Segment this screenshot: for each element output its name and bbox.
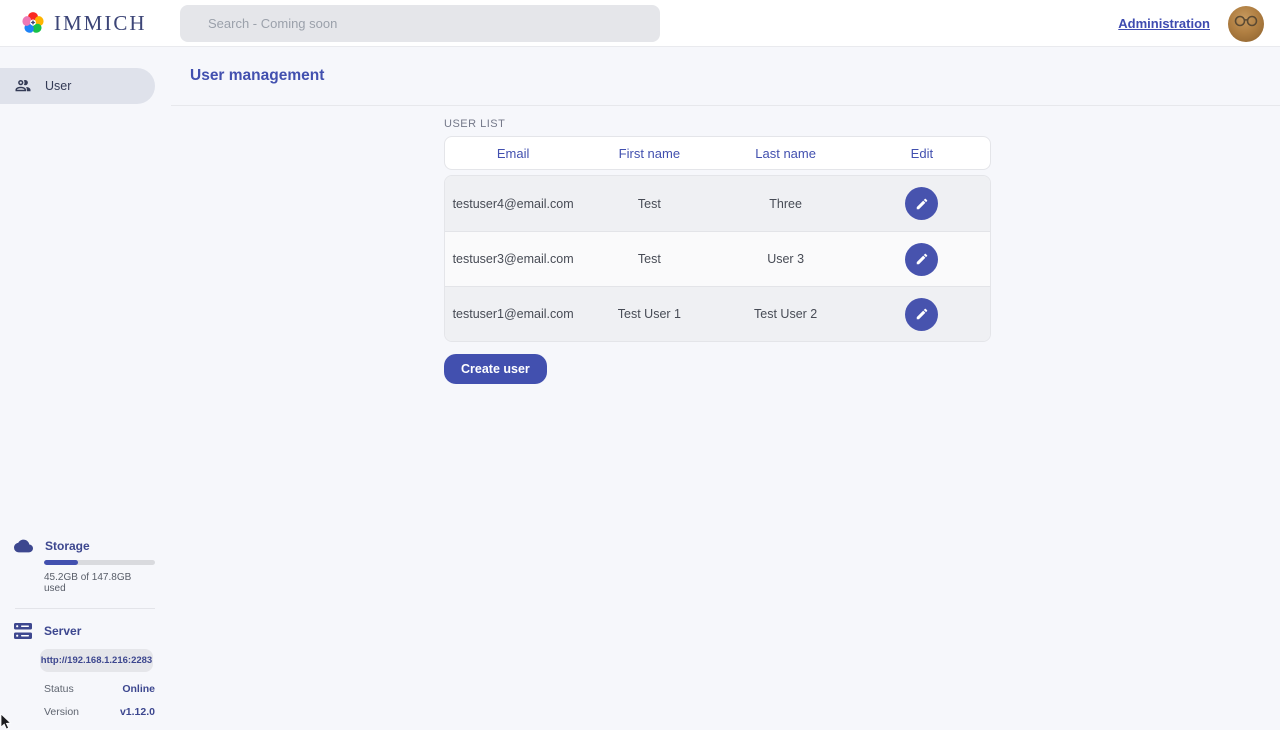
cell-last-name: User 3 [718,252,854,266]
storage-title: Storage [45,539,90,553]
sidebar-footer: Storage 45.2GB of 147.8GB used Server [0,539,155,718]
cell-email: testuser1@email.com [445,307,581,321]
table-row: testuser3@email.com Test User 3 [445,231,990,286]
create-user-button[interactable]: Create user [444,354,547,384]
server-version-row: Version v1.12.0 [44,706,155,718]
column-header-first-name: First name [581,146,717,161]
pencil-icon [915,307,929,321]
glasses-icon [1233,15,1259,27]
top-navigation-bar: IMMICH Administration [0,0,1280,47]
storage-section: Storage 45.2GB of 147.8GB used [0,539,155,594]
user-list-section: USER LIST Email First name Last name Edi… [444,118,991,384]
table-row: testuser1@email.com Test User 1 Test Use… [445,286,990,341]
edit-user-button[interactable] [905,243,938,276]
users-icon [14,77,32,95]
app-title: IMMICH [54,11,147,36]
storage-progress-fill [44,560,78,565]
column-header-email: Email [445,146,581,161]
cell-email: testuser3@email.com [445,252,581,266]
page-title-bar: User management [171,47,1280,106]
server-url: http://192.168.1.216:2283 [40,649,153,672]
server-status-label: Status [44,683,74,695]
server-title: Server [44,624,81,638]
sidebar: User Storage 45.2GB of 147.8GB used [0,47,155,730]
edit-user-button[interactable] [905,298,938,331]
server-status-value: Online [122,683,155,695]
cell-last-name: Three [718,197,854,211]
server-version-label: Version [44,706,79,718]
cloud-icon [14,539,33,553]
server-icon [14,623,32,639]
search-input[interactable] [180,5,660,42]
main-content: User management USER LIST Email First na… [155,47,1280,730]
app-logo[interactable]: IMMICH [20,10,147,36]
sidebar-item-users[interactable]: User [0,68,155,104]
server-status-row: Status Online [44,683,155,695]
column-header-edit: Edit [854,146,990,161]
pencil-icon [915,197,929,211]
edit-user-button[interactable] [905,187,938,220]
cell-first-name: Test [581,252,717,266]
pencil-icon [915,252,929,266]
table-row: testuser4@email.com Test Three [445,176,990,231]
storage-usage-text: 45.2GB of 147.8GB used [44,572,155,594]
topbar-right: Administration [1118,0,1264,47]
server-section: Server http://192.168.1.216:2283 Status … [0,623,155,718]
table-body: testuser4@email.com Test Three testuser3… [444,175,991,342]
immich-flower-icon [20,10,46,36]
user-list-label: USER LIST [444,118,991,130]
cell-email: testuser4@email.com [445,197,581,211]
sidebar-item-label: User [45,79,71,93]
table-header: Email First name Last name Edit [444,136,991,170]
sidebar-divider [15,608,155,609]
administration-link[interactable]: Administration [1118,16,1210,31]
cell-last-name: Test User 2 [718,307,854,321]
cell-first-name: Test User 1 [581,307,717,321]
column-header-last-name: Last name [718,146,854,161]
storage-progress-bar [44,560,155,565]
cell-first-name: Test [581,197,717,211]
page-title: User management [190,67,324,85]
user-avatar[interactable] [1228,6,1264,42]
server-version-value: v1.12.0 [120,706,155,718]
